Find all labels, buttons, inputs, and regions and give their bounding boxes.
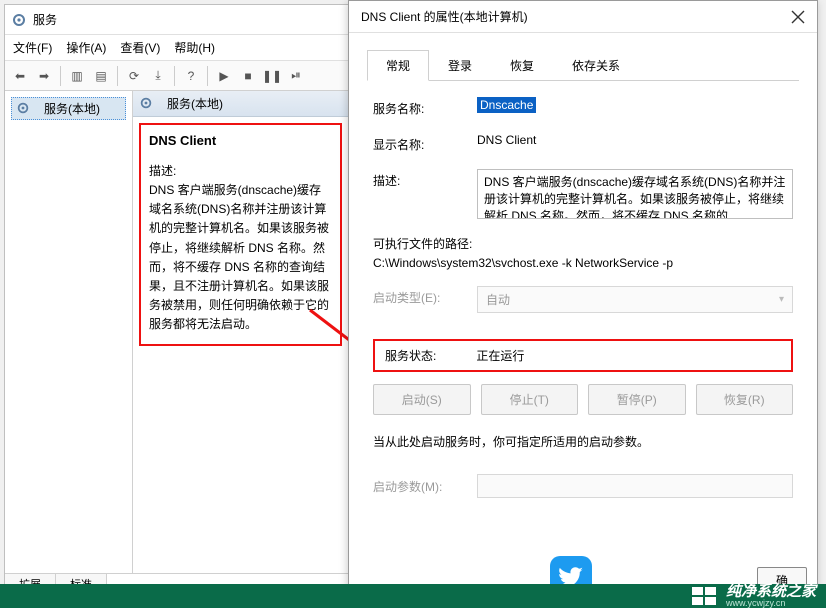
services-main-window: 服务 文件(F) 操作(A) 查看(V) 帮助(H) ⬅ ➡ ▥ ▤ ⟳ ⤓ ?… <box>4 4 349 596</box>
dialog-title: DNS Client 的属性(本地计算机) <box>361 8 528 25</box>
pause-button: 暂停(P) <box>588 384 686 415</box>
control-buttons: 启动(S) 停止(T) 暂停(P) 恢复(R) <box>373 384 793 415</box>
label-startup-type: 启动类型(E): <box>373 286 477 306</box>
close-icon[interactable] <box>791 10 805 24</box>
startup-type-select: 自动 ▾ <box>477 286 793 313</box>
gear-icon <box>139 96 155 112</box>
tab-logon[interactable]: 登录 <box>429 50 491 81</box>
label-service-name: 服务名称: <box>373 97 477 117</box>
window-title: 服务 <box>33 11 57 28</box>
tree-item-services-local[interactable]: 服务(本地) <box>11 97 126 120</box>
stop-icon[interactable]: ■ <box>237 65 259 87</box>
tab-recovery[interactable]: 恢复 <box>491 50 553 81</box>
value-service-name[interactable]: Dnscache <box>477 97 536 113</box>
stop-button: 停止(T) <box>481 384 579 415</box>
start-params-input <box>477 474 793 498</box>
dialog-tabs: 常规 登录 恢复 依存关系 <box>367 49 799 81</box>
tree-item-label: 服务(本地) <box>44 100 100 117</box>
details-icon[interactable]: ▤ <box>90 65 112 87</box>
pause-icon[interactable]: ❚❚ <box>261 65 283 87</box>
service-description-panel: DNS Client 描述: DNS 客户端服务(dnscache)缓存域名系统… <box>139 123 342 346</box>
selected-service-name: DNS Client <box>149 131 332 152</box>
menu-action[interactable]: 操作(A) <box>66 39 106 56</box>
description-text: DNS 客户端服务(dnscache)缓存域名系统(DNS)名称并注册该计算机的… <box>149 181 332 335</box>
value-status: 正在运行 <box>476 347 524 364</box>
gear-icon <box>16 101 32 117</box>
menubar: 文件(F) 操作(A) 查看(V) 帮助(H) <box>5 35 348 61</box>
tab-general[interactable]: 常规 <box>367 50 429 81</box>
nav-forward-icon[interactable]: ➡ <box>33 65 55 87</box>
titlebar: 服务 <box>5 5 348 35</box>
gear-icon <box>11 12 27 28</box>
watermark-brand: 纯净系统之家 <box>726 584 816 599</box>
menu-file[interactable]: 文件(F) <box>13 39 52 56</box>
toolbar-separator <box>207 66 208 86</box>
refresh-icon[interactable]: ⟳ <box>123 65 145 87</box>
label-start-params: 启动参数(M): <box>373 478 477 495</box>
detail-pane: 服务(本地) DNS Client 描述: DNS 客户端服务(dnscache… <box>133 91 348 573</box>
help-icon[interactable]: ? <box>180 65 202 87</box>
watermark-bar: 纯净系统之家 www.ycwjzy.cn <box>0 584 826 608</box>
value-display-name: DNS Client <box>477 133 536 147</box>
label-exe-path: 可执行文件的路径: <box>373 235 793 252</box>
menu-help[interactable]: 帮助(H) <box>174 39 215 56</box>
toolbar-separator <box>60 66 61 86</box>
nav-back-icon[interactable]: ⬅ <box>9 65 31 87</box>
watermark-url: www.ycwjzy.cn <box>726 599 785 608</box>
detail-header-label: 服务(本地) <box>167 95 223 112</box>
detail-header: 服务(本地) <box>133 91 348 117</box>
service-properties-dialog: DNS Client 的属性(本地计算机) 常规 登录 恢复 依存关系 服务名称… <box>348 0 818 606</box>
label-description: 描述: <box>373 169 477 189</box>
value-description[interactable] <box>477 169 793 219</box>
value-exe-path: C:\Windows\system32\svchost.exe -k Netwo… <box>373 256 793 270</box>
menu-view[interactable]: 查看(V) <box>120 39 160 56</box>
start-params-note: 当从此处启动服务时，你可指定所适用的启动参数。 <box>373 433 793 450</box>
toolbar: ⬅ ➡ ▥ ▤ ⟳ ⤓ ? ▶ ■ ❚❚ ⏯ <box>5 61 348 91</box>
export-icon[interactable]: ⤓ <box>147 65 169 87</box>
tab-dependencies[interactable]: 依存关系 <box>553 50 639 81</box>
restart-icon[interactable]: ⏯ <box>285 65 307 87</box>
start-button: 启动(S) <box>373 384 471 415</box>
resume-button: 恢复(R) <box>696 384 794 415</box>
show-hide-tree-icon[interactable]: ▥ <box>66 65 88 87</box>
chevron-down-icon: ▾ <box>779 294 784 305</box>
toolbar-separator <box>117 66 118 86</box>
toolbar-separator <box>174 66 175 86</box>
service-status-row: 服务状态: 正在运行 <box>373 339 793 372</box>
play-icon[interactable]: ▶ <box>213 65 235 87</box>
windows-logo-icon <box>692 587 718 605</box>
tree-pane: 服务(本地) <box>5 91 133 573</box>
label-display-name: 显示名称: <box>373 133 477 153</box>
dialog-titlebar: DNS Client 的属性(本地计算机) <box>349 1 817 33</box>
description-label: 描述: <box>149 162 332 181</box>
label-status: 服务状态: <box>385 347 436 364</box>
value-startup-type: 自动 <box>486 291 510 308</box>
